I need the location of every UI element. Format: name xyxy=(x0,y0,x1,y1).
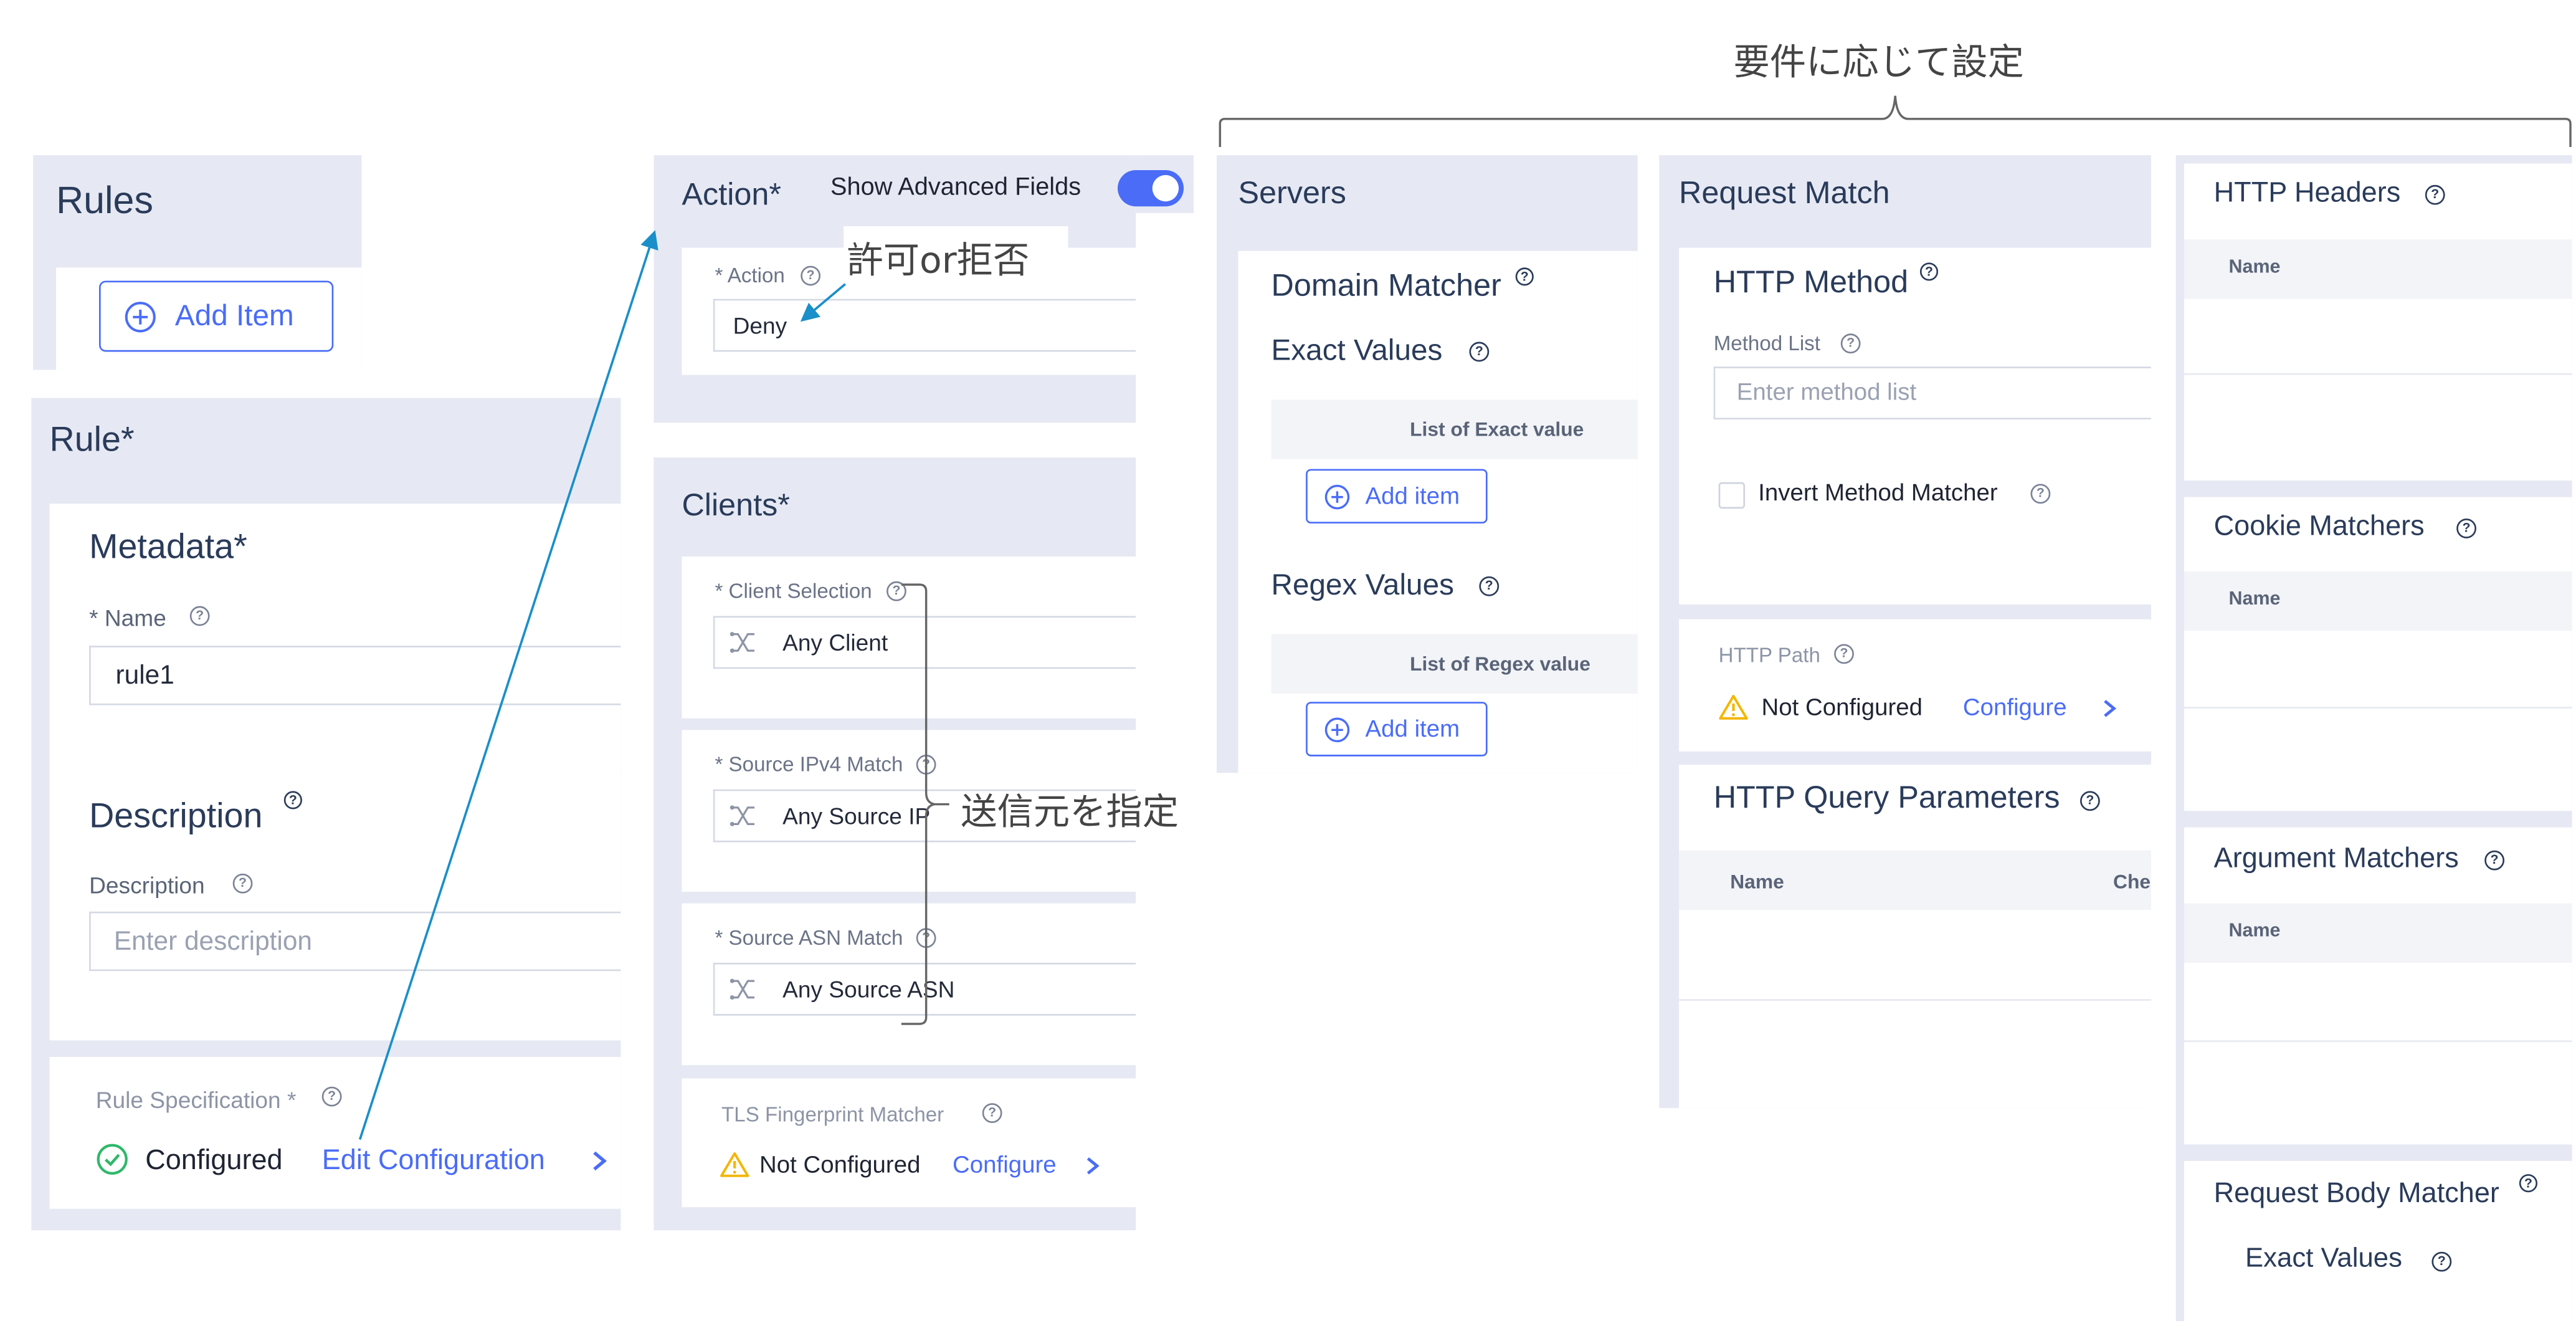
stage: 要件に応じて設定 Rules Add Item Rule* Metadata* … xyxy=(0,0,2575,1322)
action-note-arrow xyxy=(800,283,846,322)
annotation-arrows xyxy=(358,230,846,1140)
rule-spec-to-action-arrow xyxy=(358,230,658,1140)
